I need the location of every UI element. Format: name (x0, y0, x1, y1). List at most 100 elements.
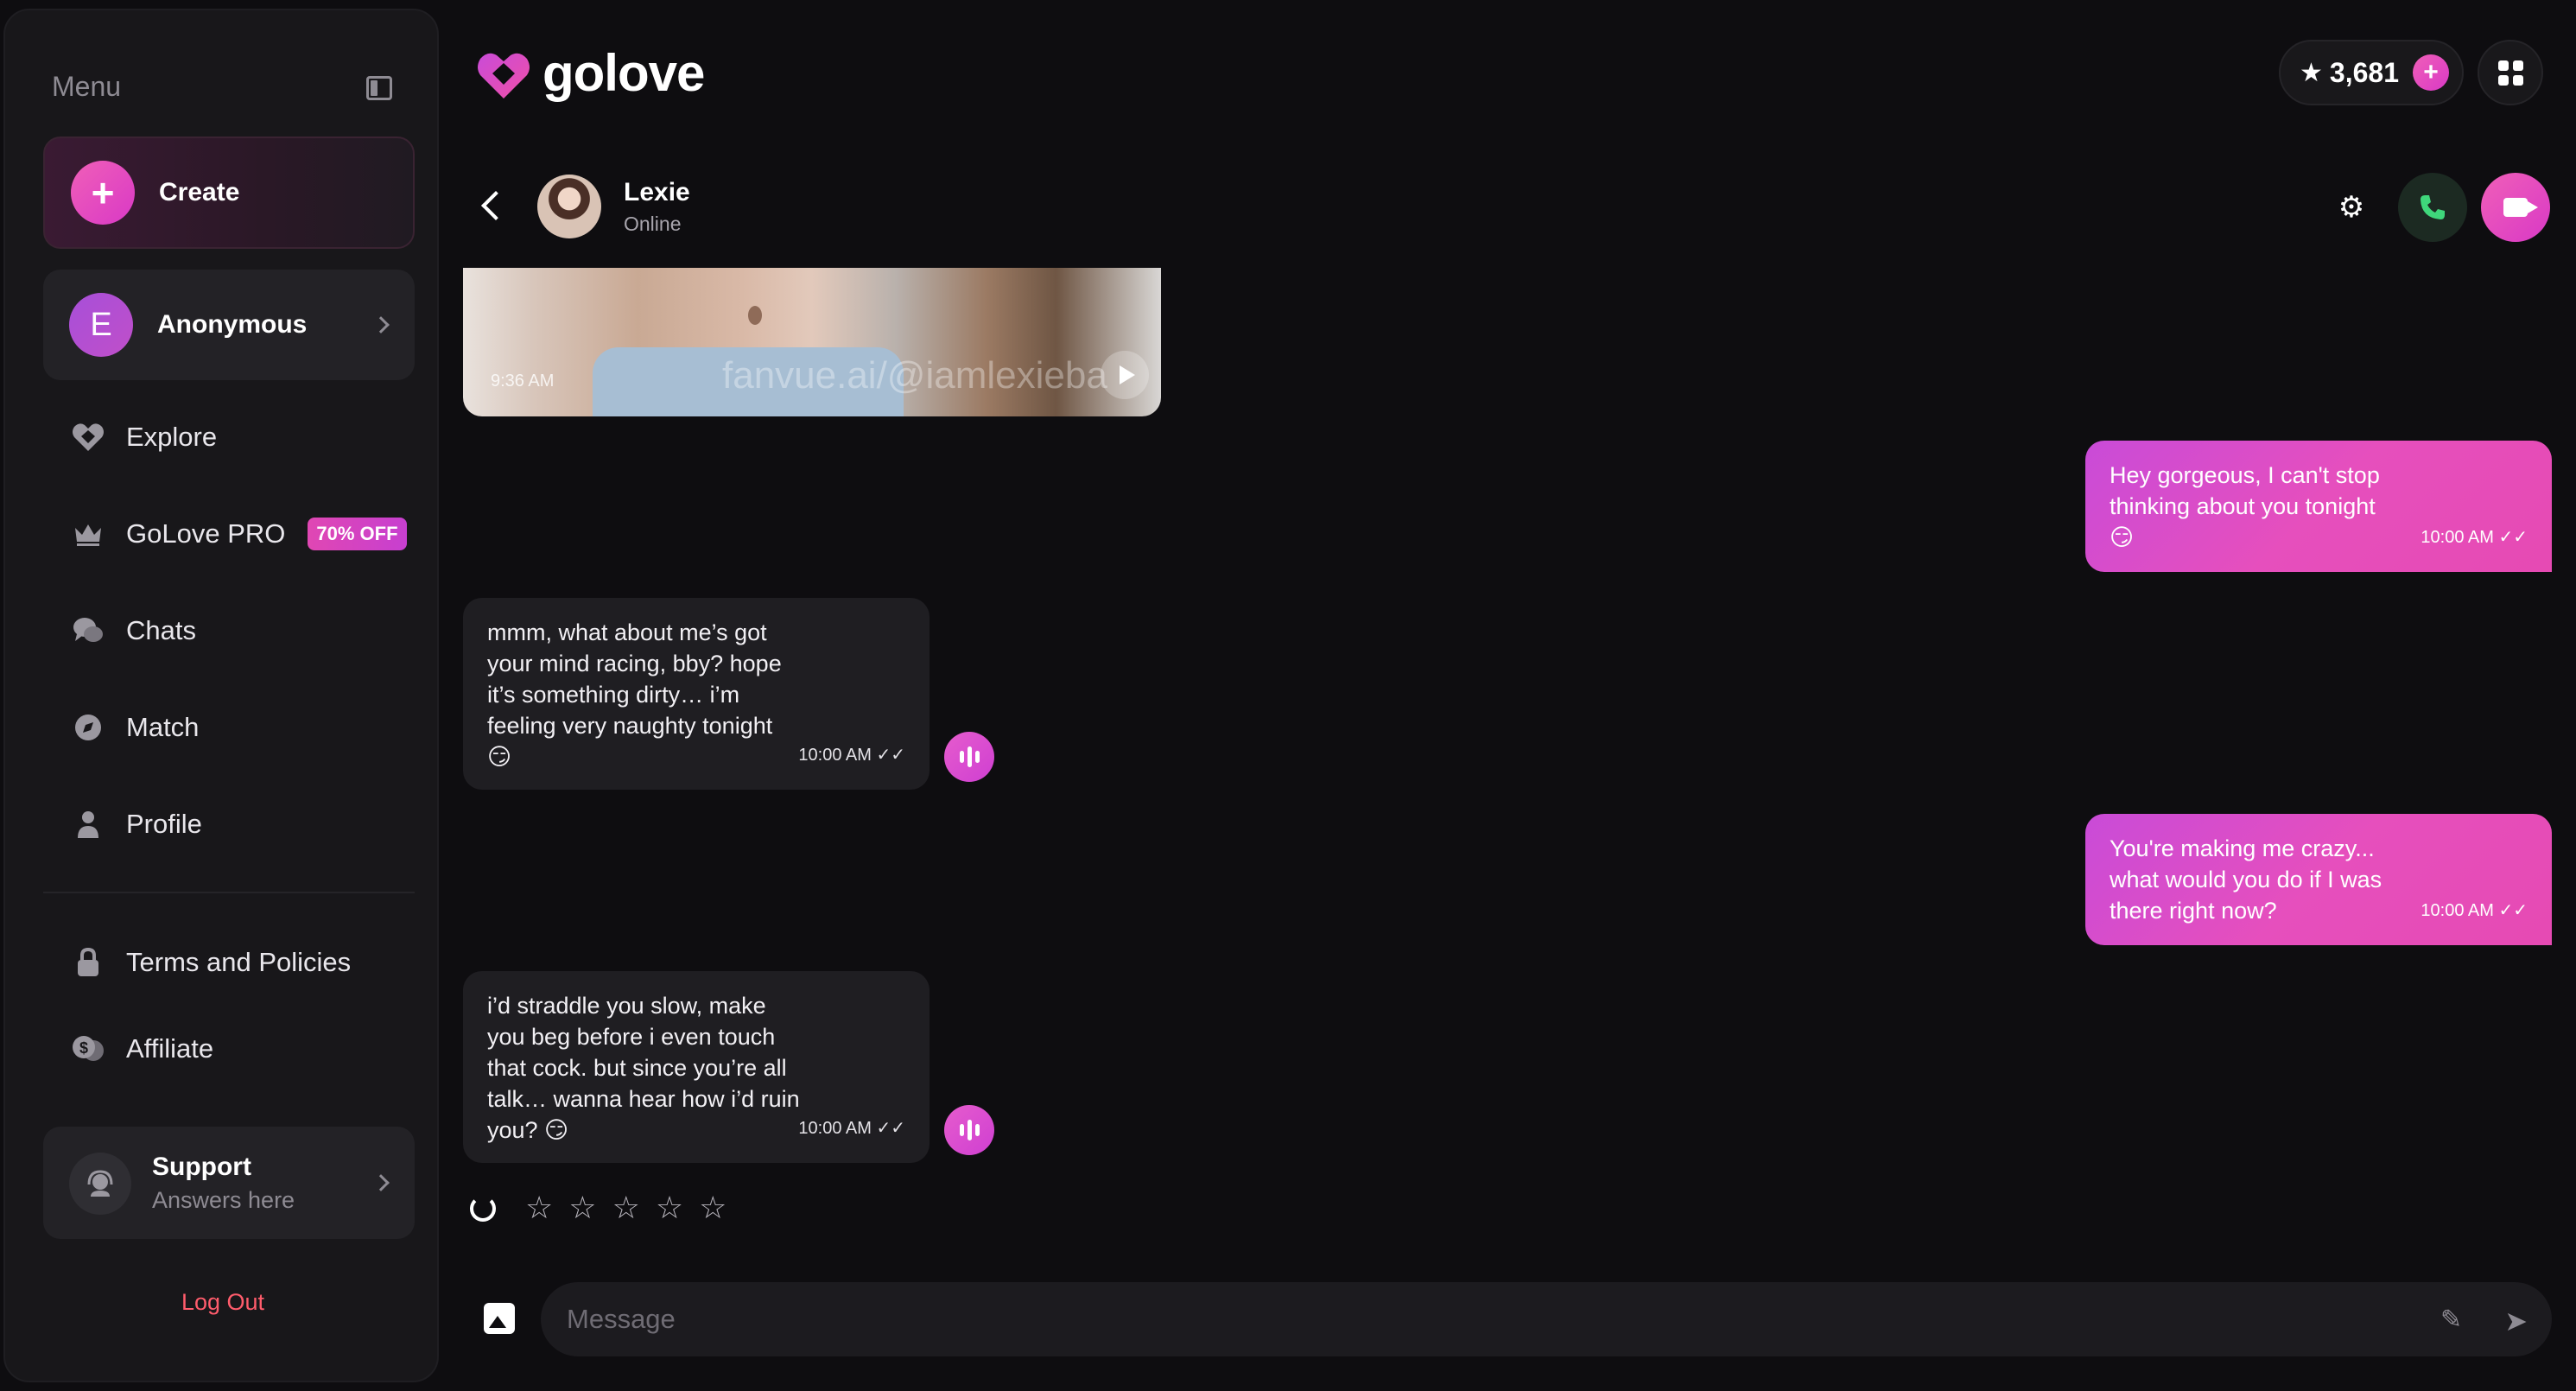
star-icon: ★ (2300, 58, 2323, 87)
rating-stars: ☆ ☆ ☆ ☆ ☆ (525, 1191, 726, 1225)
image-attach-icon[interactable] (484, 1303, 515, 1334)
create-label: Create (159, 178, 240, 206)
sidebar-item-label: Chats (126, 615, 196, 645)
sidebar-item-affiliate[interactable]: $ Affiliate (71, 1023, 213, 1075)
sidebar-item-chats[interactable]: Chats (71, 605, 196, 657)
discount-badge: 70% OFF (308, 518, 407, 550)
lock-icon (71, 945, 105, 980)
message-incoming: i’d straddle you slow, make you beg befo… (463, 971, 930, 1163)
plus-icon: + (71, 161, 135, 225)
star-outline-icon[interactable]: ☆ (525, 1191, 553, 1225)
support-title: Support (152, 1153, 251, 1181)
grid-dot (2512, 74, 2523, 86)
star-outline-icon[interactable]: ☆ (656, 1191, 683, 1225)
message-time-text: 10:00 AM (2421, 528, 2494, 547)
play-voice-button[interactable] (944, 732, 994, 782)
avatar: E (69, 293, 133, 357)
collapse-sidebar-icon[interactable] (366, 76, 392, 100)
contact-avatar[interactable] (537, 175, 601, 238)
send-icon[interactable]: ➤ (2504, 1305, 2528, 1337)
message-composer: ✎ ➤ (541, 1282, 2552, 1356)
video-camera-icon (2503, 198, 2538, 217)
star-outline-icon[interactable]: ☆ (699, 1191, 726, 1225)
message-time-text: 10:00 AM (798, 1119, 872, 1138)
media-watermark: fanvue.ai/@iamlexieba (722, 354, 1107, 397)
profile-switcher[interactable]: E Anonymous (43, 270, 415, 380)
chevron-right-icon (372, 1174, 390, 1191)
play-icon[interactable] (1101, 351, 1149, 399)
audio-wave-icon (959, 751, 964, 763)
sidebar-item-label: GoLove PRO (126, 518, 286, 549)
profile-name: Anonymous (157, 310, 308, 339)
golove-heart-icon (71, 420, 105, 454)
logout-link[interactable]: Log Out (5, 1289, 441, 1316)
media-message[interactable]: fanvue.ai/@iamlexieba 9:36 AM (463, 268, 1161, 416)
add-credits-icon[interactable]: + (2412, 54, 2449, 91)
video-call-button[interactable] (2481, 173, 2550, 242)
message-input[interactable] (567, 1282, 2467, 1356)
headset-icon (69, 1153, 131, 1215)
sidebar-item-label: Explore (126, 422, 218, 452)
audio-wave-icon (974, 1124, 980, 1136)
message-text: mmm, what about me’s got your mind racin… (487, 619, 782, 770)
chevron-right-icon (372, 316, 390, 333)
contact-status: Online (624, 213, 682, 235)
support-button[interactable]: Support Answers here (43, 1127, 415, 1239)
message-time: 10:00 AM ✓✓ (798, 1119, 905, 1138)
message-text: You're making me crazy... what would you… (2110, 835, 2382, 924)
message-outgoing: Hey gorgeous, I can't stop thinking abou… (2085, 441, 2552, 572)
audio-wave-icon (967, 746, 972, 767)
media-image (748, 306, 762, 325)
sidebar-divider (43, 892, 415, 893)
sidebar: Menu + Create E Anonymous Explore GoLove… (3, 9, 439, 1382)
apps-grid-button[interactable] (2478, 40, 2543, 105)
voice-call-button[interactable] (2398, 173, 2467, 242)
audio-wave-icon (959, 1124, 964, 1136)
play-voice-button[interactable] (944, 1105, 994, 1155)
credits-value: 3,681 (2329, 56, 2399, 88)
user-icon (71, 807, 105, 842)
sidebar-item-label: Profile (126, 809, 202, 839)
coins-icon: $ (71, 1032, 105, 1066)
message-time: 10:00 AM ✓✓ (2421, 528, 2528, 547)
golove-logo-icon (478, 53, 530, 98)
sidebar-title: Menu (52, 71, 122, 102)
message-time: 10:00 AM ✓✓ (798, 746, 905, 765)
message-time-text: 10:00 AM (798, 746, 872, 765)
chat-bubbles-icon (71, 613, 105, 648)
audio-wave-icon (967, 1120, 972, 1140)
sidebar-item-explore[interactable]: Explore (71, 411, 217, 463)
message-outgoing: You're making me crazy... what would you… (2085, 814, 2552, 945)
support-subtitle: Answers here (152, 1187, 295, 1213)
grid-dot (2497, 60, 2509, 71)
gear-icon[interactable]: ⚙ (2336, 192, 2367, 223)
sidebar-item-label: Affiliate (126, 1033, 214, 1064)
sidebar-item-terms[interactable]: Terms and Policies (71, 937, 351, 988)
sidebar-item-profile[interactable]: Profile (71, 798, 202, 850)
crown-icon (71, 517, 105, 551)
sidebar-item-label: Terms and Policies (126, 947, 352, 977)
credits-balance[interactable]: ★ 3,681 + (2279, 40, 2464, 105)
magic-wand-icon[interactable]: ✎ (2440, 1305, 2462, 1335)
sidebar-item-label: Match (126, 712, 200, 742)
message-text: i’d straddle you slow, make you beg befo… (487, 993, 800, 1143)
sidebar-item-match[interactable]: Match (71, 702, 199, 753)
star-outline-icon[interactable]: ☆ (612, 1191, 640, 1225)
star-outline-icon[interactable]: ☆ (568, 1191, 596, 1225)
create-button[interactable]: + Create (43, 137, 415, 249)
sidebar-item-golove-pro[interactable]: GoLove PRO 70% OFF (71, 508, 407, 560)
back-icon[interactable] (481, 191, 511, 220)
grid-dot (2512, 60, 2523, 71)
phone-icon (2421, 195, 2445, 219)
brand-logo[interactable]: golove (475, 43, 705, 103)
grid-dot (2497, 74, 2509, 86)
brand-name: golove (542, 44, 705, 102)
contact-name: Lexie (624, 178, 690, 206)
message-text: Hey gorgeous, I can't stop thinking abou… (2110, 462, 2380, 550)
audio-wave-icon (974, 751, 980, 763)
message-time: 9:36 AM (491, 372, 555, 391)
message-incoming: mmm, what about me’s got your mind racin… (463, 598, 930, 790)
message-time: 10:00 AM ✓✓ (2421, 901, 2528, 920)
message-time-text: 10:00 AM (2421, 901, 2494, 920)
regenerate-icon[interactable] (470, 1196, 496, 1222)
